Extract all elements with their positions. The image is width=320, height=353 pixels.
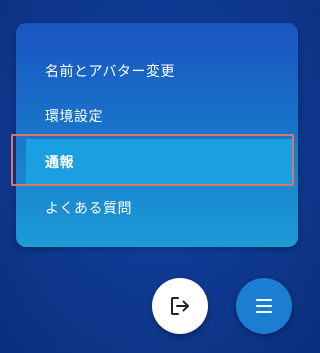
menu-button[interactable] [236, 278, 292, 334]
menu-item-preferences[interactable]: 環境設定 [16, 96, 298, 136]
logout-button[interactable] [152, 278, 208, 334]
menu-item-label: よくある質問 [45, 201, 132, 217]
settings-menu-panel: 名前とアバター変更 環境設定 通報 よくある質問 [16, 23, 298, 247]
hamburger-menu-icon [256, 299, 272, 313]
logout-icon [171, 297, 189, 315]
menu-item-label: 通報 [45, 155, 74, 171]
menu-item-label: 名前とアバター変更 [45, 64, 175, 80]
menu-item-name-avatar[interactable]: 名前とアバター変更 [16, 51, 298, 91]
menu-item-report[interactable]: 通報 [26, 139, 294, 185]
menu-item-label: 環境設定 [45, 109, 103, 125]
menu-item-faq[interactable]: よくある質問 [16, 188, 298, 228]
